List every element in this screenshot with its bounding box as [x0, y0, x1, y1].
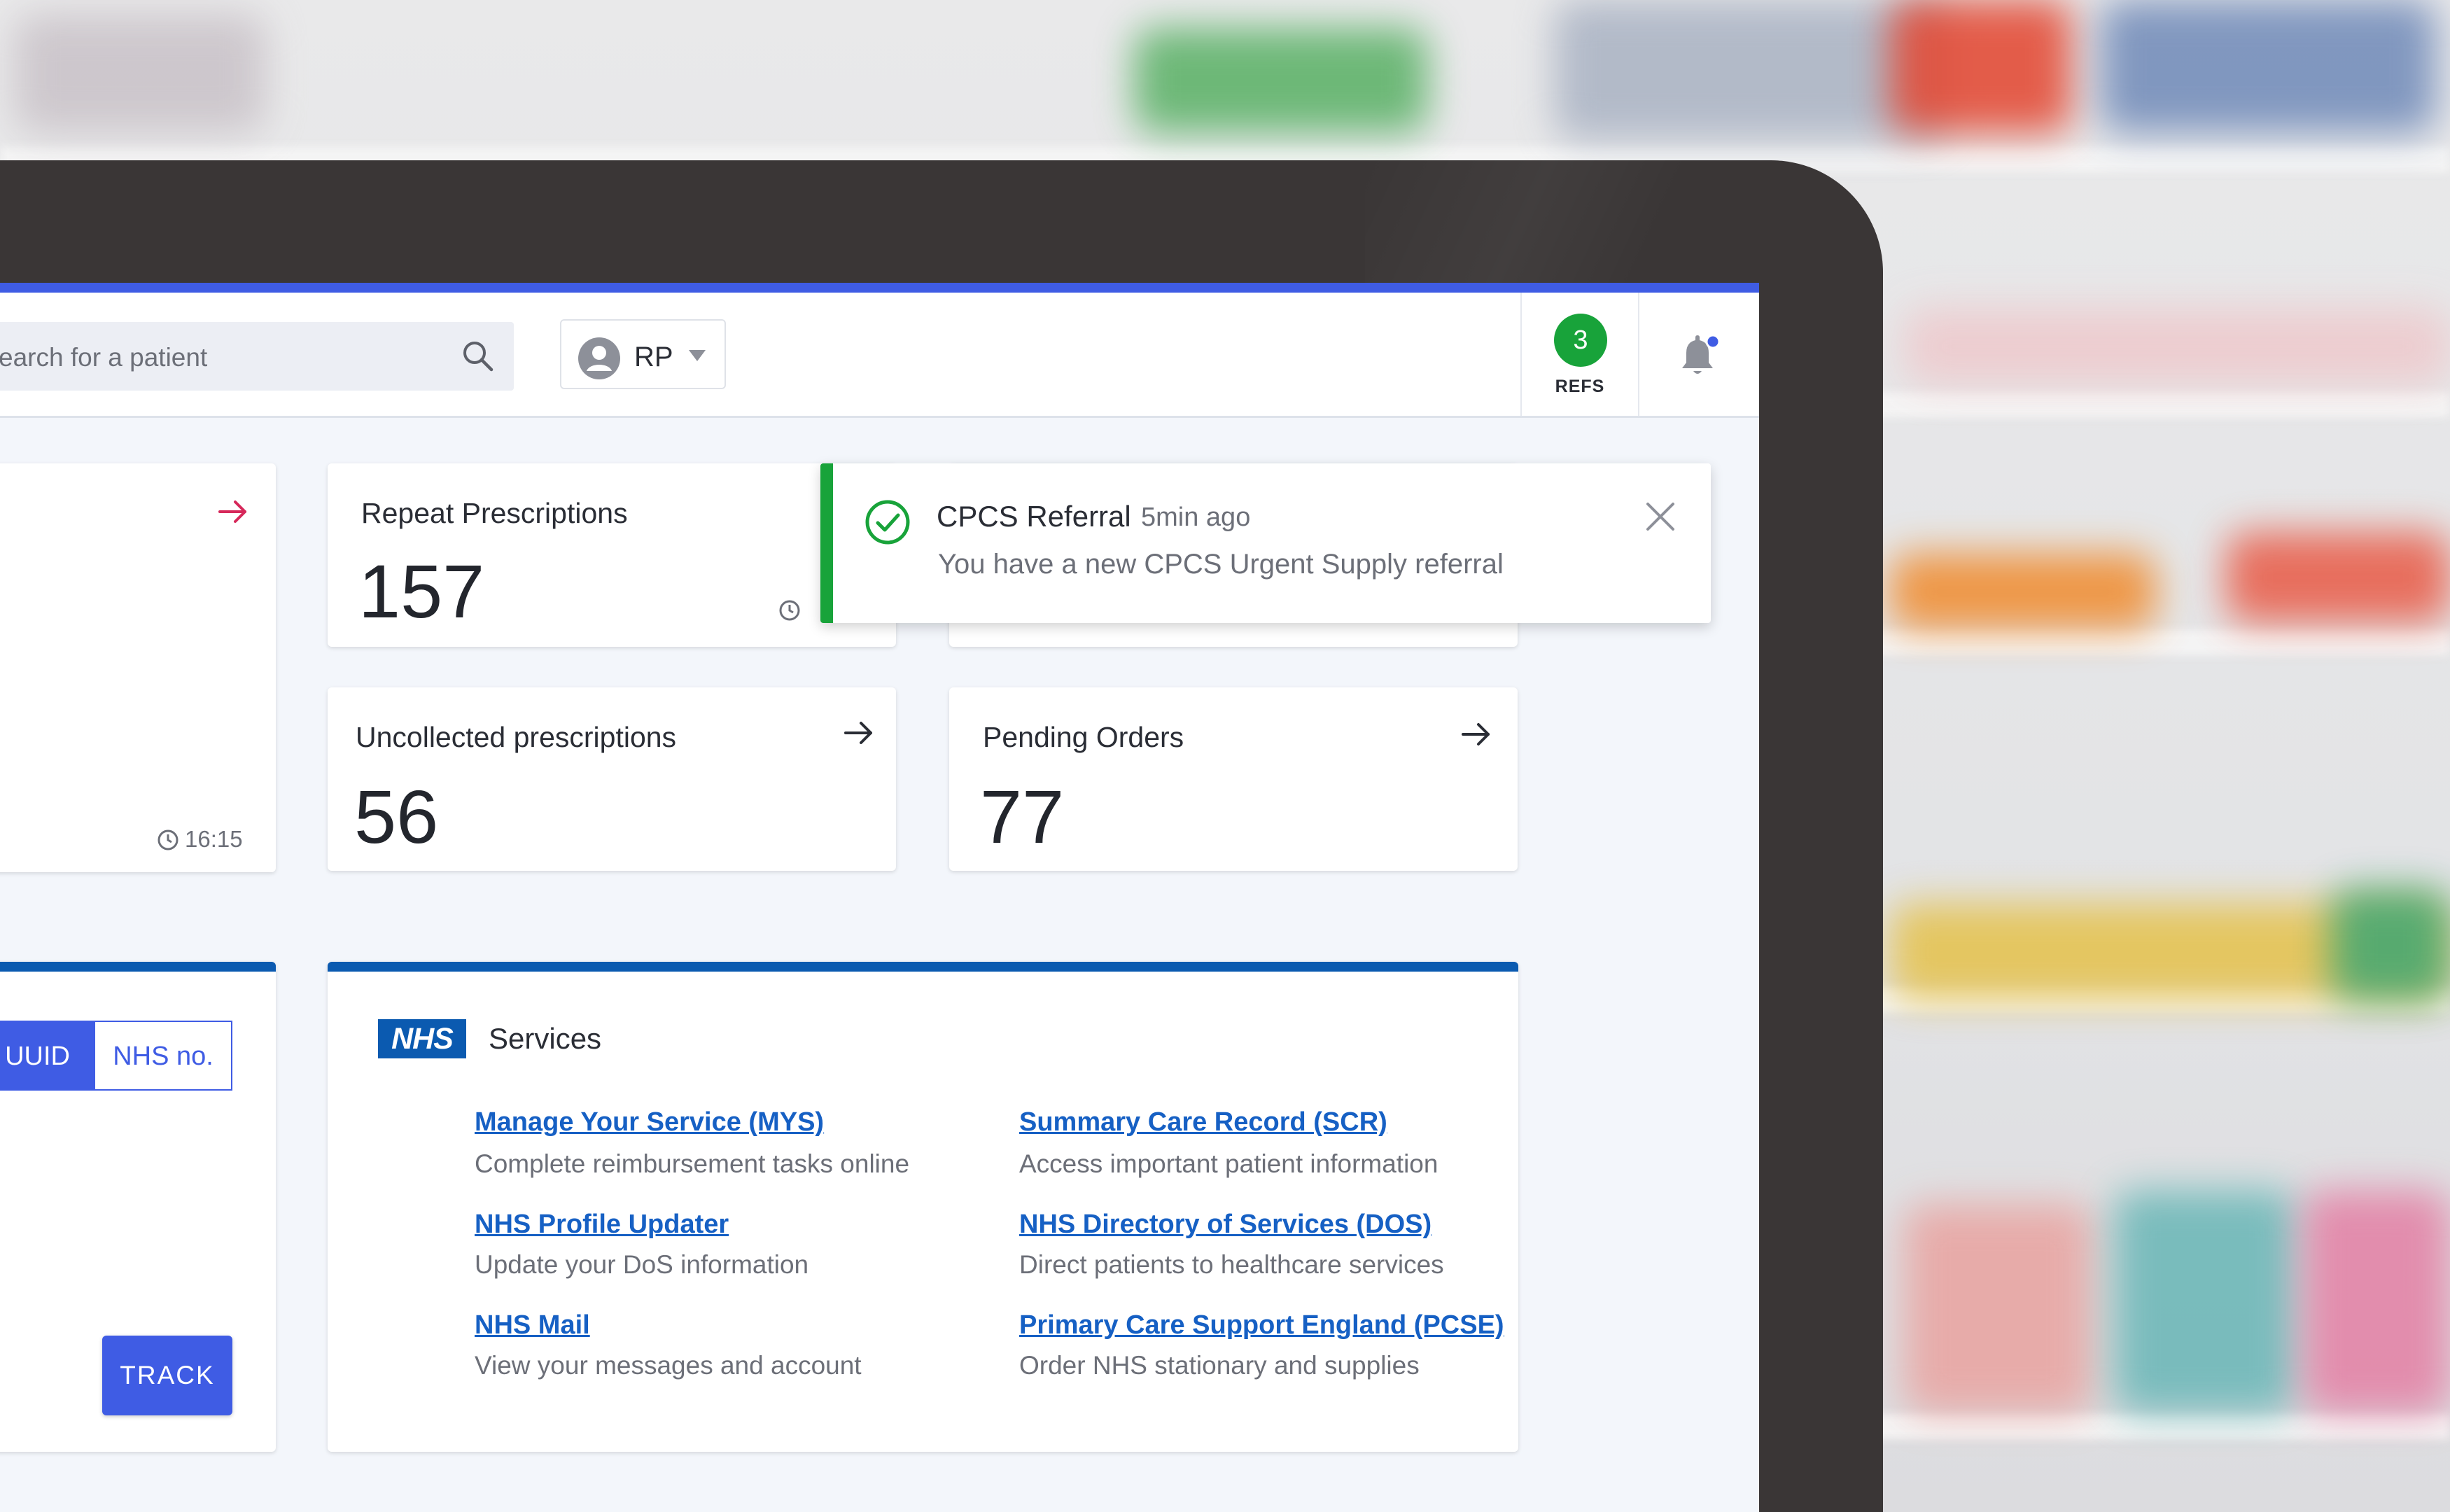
chevron-down-icon [689, 350, 706, 361]
product-blur [2226, 532, 2450, 623]
arrow-right-icon[interactable] [1460, 721, 1492, 748]
services-title: Services [489, 1022, 602, 1055]
repeat-prescriptions-title: Repeat Prescriptions [361, 497, 628, 529]
nhs-logo: NHS [378, 1019, 466, 1058]
service-link-profile-updater[interactable]: NHS Profile Updater [475, 1210, 729, 1240]
product-blur [2100, 0, 2436, 133]
service-link-mys[interactable]: Manage Your Service (MYS) [475, 1107, 824, 1138]
pending-orders-title: Pending Orders [983, 721, 1184, 753]
uncollected-prescriptions-value: 56 [354, 774, 439, 859]
service-desc-pcse: Order NHS stationary and supplies [1019, 1351, 1420, 1380]
uncollected-prescriptions-card[interactable]: Uncollected prescriptions 56 [328, 687, 896, 871]
clock-icon [779, 600, 800, 621]
service-desc-dos: Direct patients to healthcare services [1019, 1250, 1444, 1279]
product-blur [14, 14, 266, 133]
repeat-prescriptions-card[interactable]: Repeat Prescriptions 157 [328, 463, 896, 647]
app-screen: earch for a patient RP 3 REFS 16:15 Repe… [0, 283, 1759, 1512]
service-link-dos[interactable]: NHS Directory of Services (DOS) [1019, 1210, 1432, 1240]
referrals-counter[interactable]: 3 REFS [1520, 293, 1639, 416]
product-blur [1890, 0, 2072, 133]
cpcs-referral-notification[interactable]: CPCS Referral 5min ago You have a new CP… [820, 463, 1711, 623]
toast-status-bar [820, 463, 833, 623]
product-blur [1554, 0, 1946, 140]
product-blur [2114, 1190, 2296, 1414]
pending-orders-value: 77 [980, 774, 1065, 859]
toast-title: CPCS Referral [937, 500, 1131, 533]
patient-search-input[interactable]: earch for a patient [0, 322, 514, 391]
service-link-nhs-mail[interactable]: NHS Mail [475, 1310, 590, 1340]
service-desc-mys: Complete reimbursement tasks online [475, 1149, 910, 1178]
service-desc-scr: Access important patient information [1019, 1149, 1438, 1178]
bell-icon[interactable] [1676, 335, 1720, 381]
summary-card-left[interactable]: 16:15 [0, 463, 276, 872]
last-updated-time: 16:15 [185, 826, 243, 852]
nhs-services-card: NHS Services Manage Your Service (MYS) C… [328, 962, 1518, 1452]
user-initials: RP [634, 342, 673, 372]
product-blur [1134, 28, 1428, 133]
close-icon[interactable] [1644, 500, 1677, 533]
top-accent-bar [0, 283, 1759, 293]
user-menu-dropdown[interactable]: RP [560, 319, 726, 389]
arrow-right-icon[interactable] [217, 498, 249, 525]
top-header: earch for a patient RP 3 REFS [0, 293, 1759, 418]
track-button[interactable]: TRACK [102, 1336, 232, 1415]
avatar-icon [578, 337, 620, 379]
service-link-scr[interactable]: Summary Care Record (SCR) [1019, 1107, 1387, 1138]
patient-lookup-card: UUID NHS no. TRACK [0, 962, 276, 1452]
referrals-label: REFS [1555, 377, 1605, 396]
search-icon[interactable] [461, 339, 496, 374]
uuid-toggle[interactable]: UUID [0, 1021, 95, 1091]
service-link-pcse[interactable]: Primary Care Support England (PCSE) [1019, 1310, 1504, 1340]
search-placeholder: earch for a patient [0, 343, 208, 372]
product-blur [2303, 1190, 2450, 1414]
product-blur [1890, 553, 2156, 630]
referrals-count-badge: 3 [1554, 314, 1607, 367]
product-blur [1904, 1204, 2093, 1414]
toast-message: You have a new CPCS Urgent Supply referr… [938, 549, 1504, 580]
product-blur [2331, 889, 2450, 1001]
clock-icon [158, 830, 178, 850]
service-desc-nhs-mail: View your messages and account [475, 1351, 862, 1380]
service-desc-profile-updater: Update your DoS information [475, 1250, 809, 1279]
arrow-right-icon[interactable] [843, 720, 875, 746]
check-circle-icon [865, 500, 910, 545]
product-blur [1904, 308, 2450, 385]
toast-time: 5min ago [1141, 503, 1251, 532]
repeat-prescriptions-value: 157 [358, 549, 485, 634]
uncollected-prescriptions-title: Uncollected prescriptions [356, 721, 677, 753]
pending-orders-card[interactable]: Pending Orders 77 [949, 687, 1518, 871]
nhs-number-toggle[interactable]: NHS no. [94, 1021, 232, 1091]
